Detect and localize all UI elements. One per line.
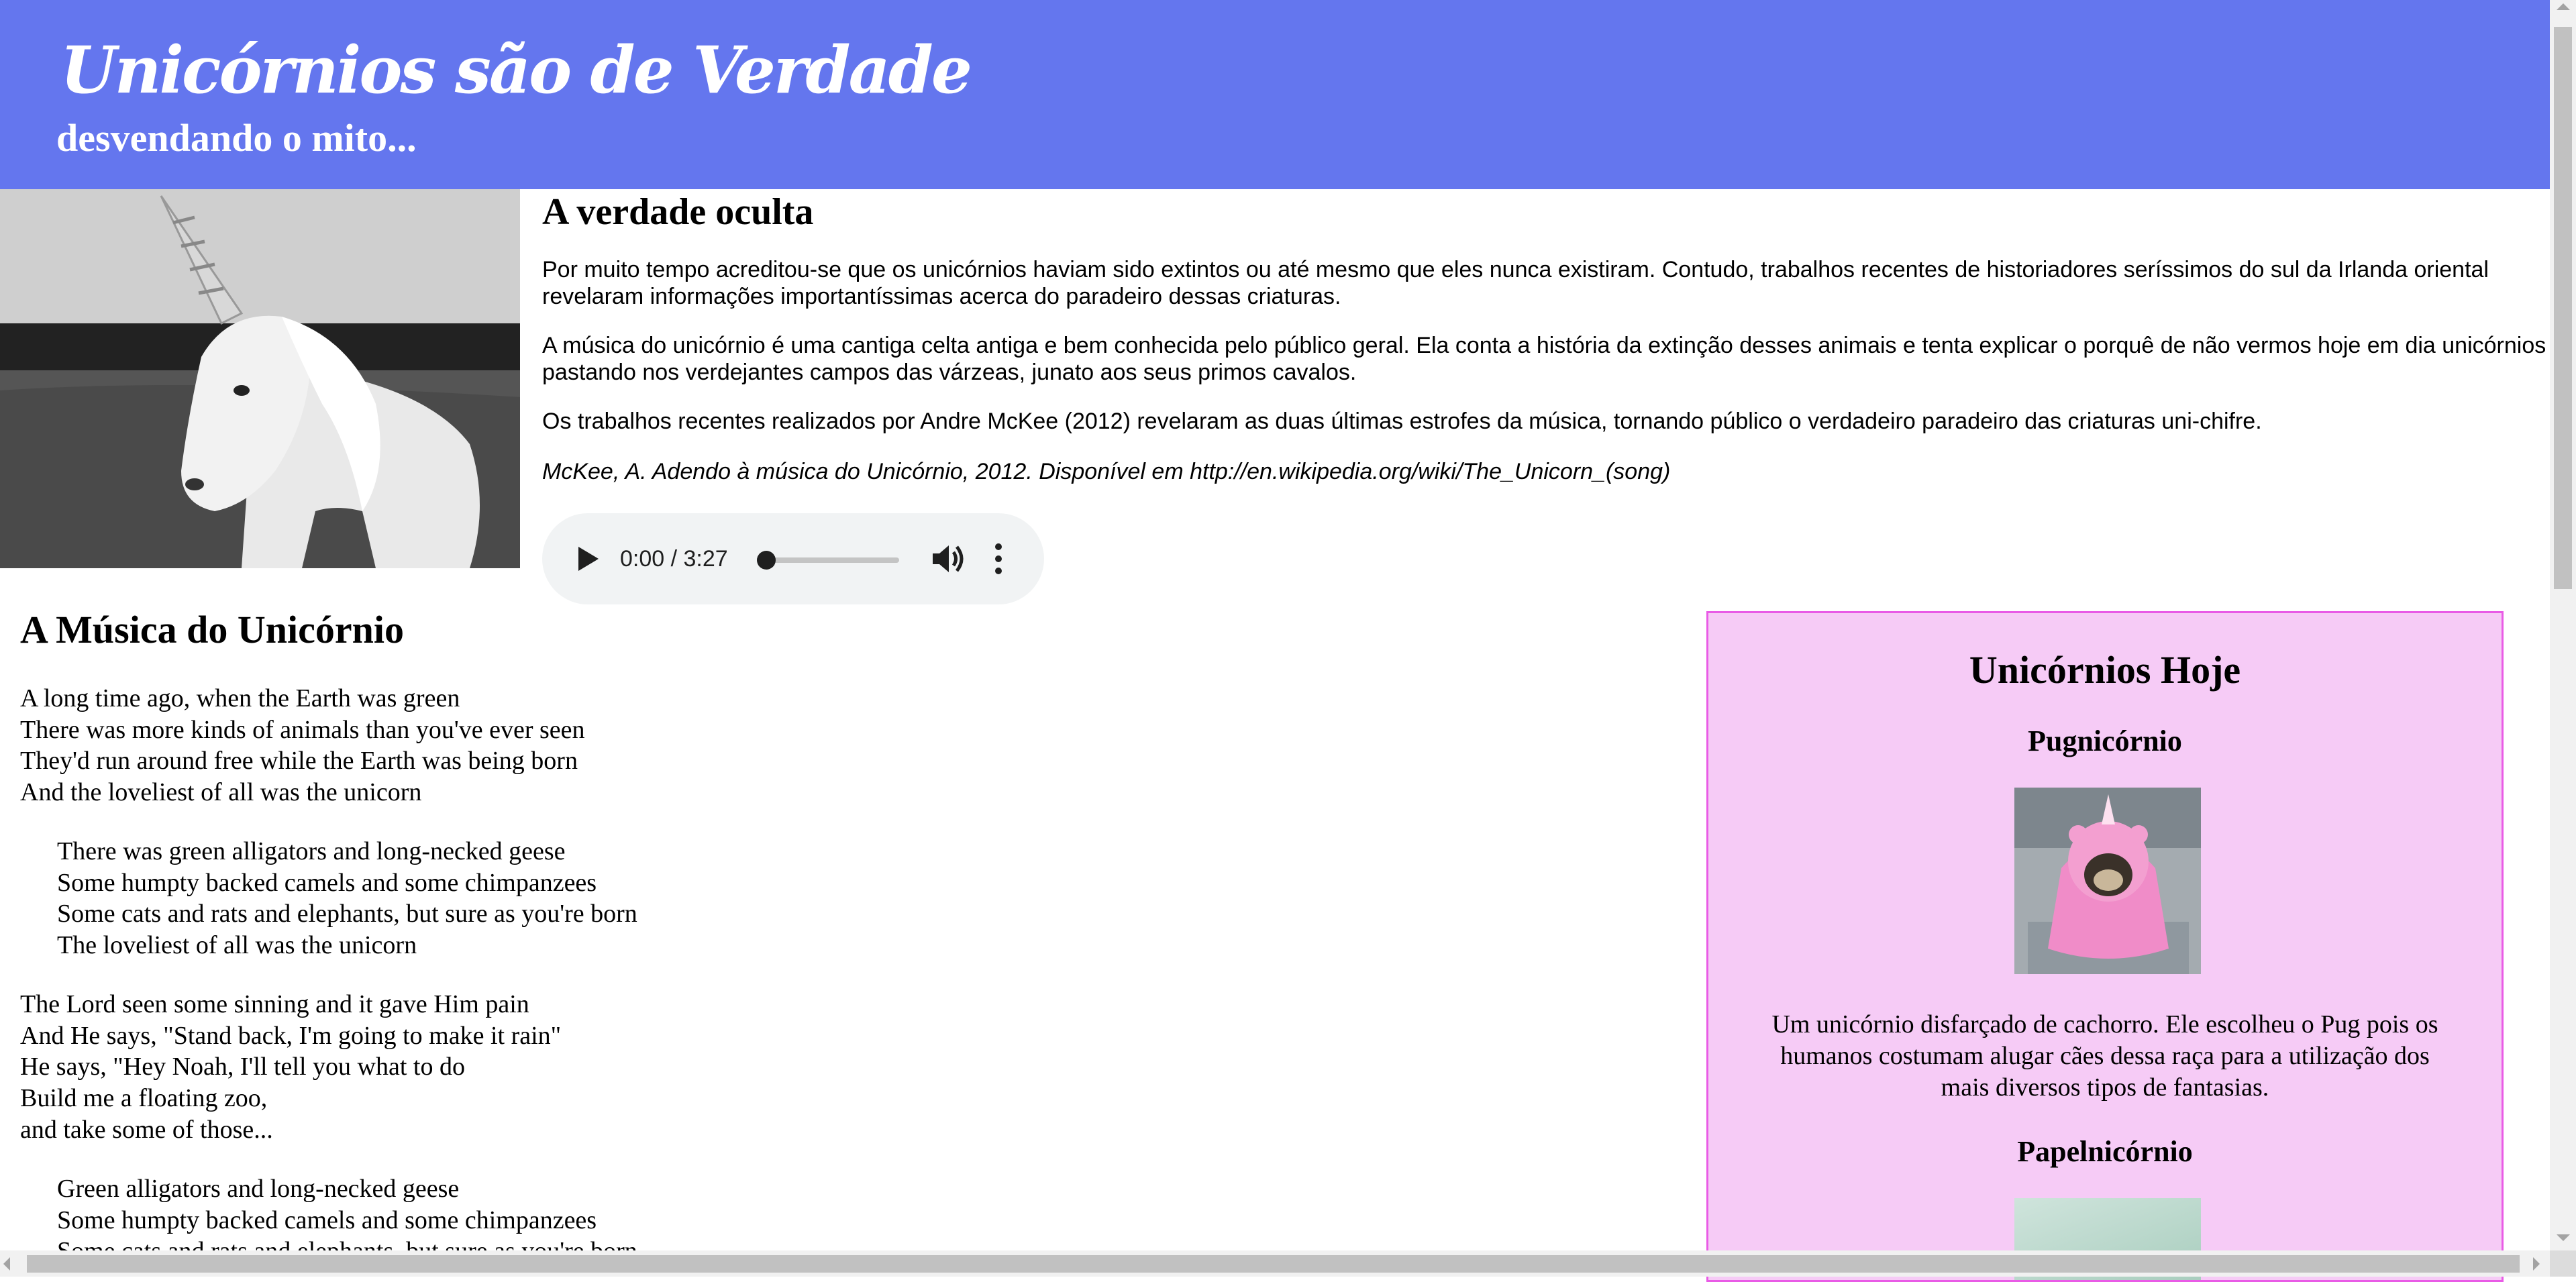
lyric-line: Some humpty backed camels and some chimp… (57, 868, 597, 897)
vertical-scrollbar[interactable] (2550, 0, 2576, 1250)
lyric-line: There was more kinds of animals than you… (20, 715, 585, 744)
unicorns-today-aside: Unicórnios Hoje Pugnicórnio Um unicórnio… (1706, 611, 2504, 1282)
song-heading: A Música do Unicórnio (20, 608, 404, 651)
intro-paragraph: A música do unicórnio é uma cantiga celt… (542, 333, 2546, 385)
scroll-left-icon[interactable] (3, 1257, 10, 1271)
aside-heading: Unicórnios Hoje (1969, 648, 2241, 692)
stanza: The Lord seen some sinning and it gave H… (20, 989, 561, 1145)
intro-paragraph: Por muito tempo acreditou-se que os unic… (542, 257, 2489, 309)
audio-seek-bar[interactable] (761, 557, 899, 563)
site-subtitle: desvendando o mito... (56, 116, 417, 160)
aside-item-title: Pugnicórnio (2028, 725, 2182, 757)
intro-heading: A verdade oculta (542, 191, 814, 233)
lyric-line: Build me a floating zoo, (20, 1084, 268, 1113)
lyric-line: A long time ago, when the Earth was gree… (20, 684, 460, 712)
lyric-line: There was green alligators and long-neck… (57, 837, 566, 865)
site-header: Unicórnios são de Verdade desvendando o … (0, 0, 2550, 189)
site-title: Unicórnios são de Verdade (60, 32, 972, 108)
lyric-line: Green alligators and long-necked geese (57, 1175, 460, 1203)
volume-icon[interactable] (930, 541, 966, 576)
pug-unicorn-photo (2014, 788, 2201, 974)
audio-seek-handle[interactable] (757, 551, 776, 570)
lyric-line: The loveliest of all was the unicorn (57, 931, 417, 960)
scroll-right-icon[interactable] (2533, 1257, 2540, 1271)
lyric-line: He says, "Hey Noah, I'll tell you what t… (20, 1053, 465, 1081)
unicorn-photo (0, 189, 520, 568)
stanza: A long time ago, when the Earth was gree… (20, 683, 585, 808)
scroll-up-icon[interactable] (2557, 3, 2570, 10)
stanza: There was green alligators and long-neck… (57, 836, 637, 961)
vertical-scroll-thumb[interactable] (2554, 27, 2572, 589)
lyric-line: The Lord seen some sinning and it gave H… (20, 990, 529, 1018)
lyric-line: Some humpty backed camels and some chimp… (57, 1206, 597, 1234)
audio-player[interactable]: 0:00 / 3:27 (542, 513, 1044, 604)
lyric-line: And He says, "Stand back, I'm going to m… (20, 1021, 562, 1050)
scroll-down-icon[interactable] (2557, 1234, 2570, 1241)
intro-paragraph: Os trabalhos recentes realizados por And… (542, 409, 2262, 434)
horizontal-scrollbar[interactable] (0, 1250, 2550, 1277)
horizontal-scroll-thumb[interactable] (27, 1255, 2520, 1273)
more-vertical-icon[interactable] (992, 541, 1005, 576)
audio-time: 0:00 / 3:27 (620, 546, 728, 572)
aside-item-description: Um unicórnio disfarçado de cachorro. Ele… (1771, 1010, 2438, 1102)
aside-item-title: Papelnicórnio (2017, 1135, 2193, 1168)
play-icon[interactable] (570, 543, 603, 575)
lyric-line: Some cats and rats and elephants, but su… (57, 900, 637, 928)
scrollbar-corner (2550, 1250, 2576, 1277)
citation: McKee, A. Adendo à música do Unicórnio, … (542, 459, 1671, 484)
lyric-line: and take some of those... (20, 1115, 273, 1144)
lyric-line: They'd run around free while the Earth w… (20, 747, 578, 776)
lyric-line: And the loveliest of all was the unicorn (20, 778, 422, 807)
